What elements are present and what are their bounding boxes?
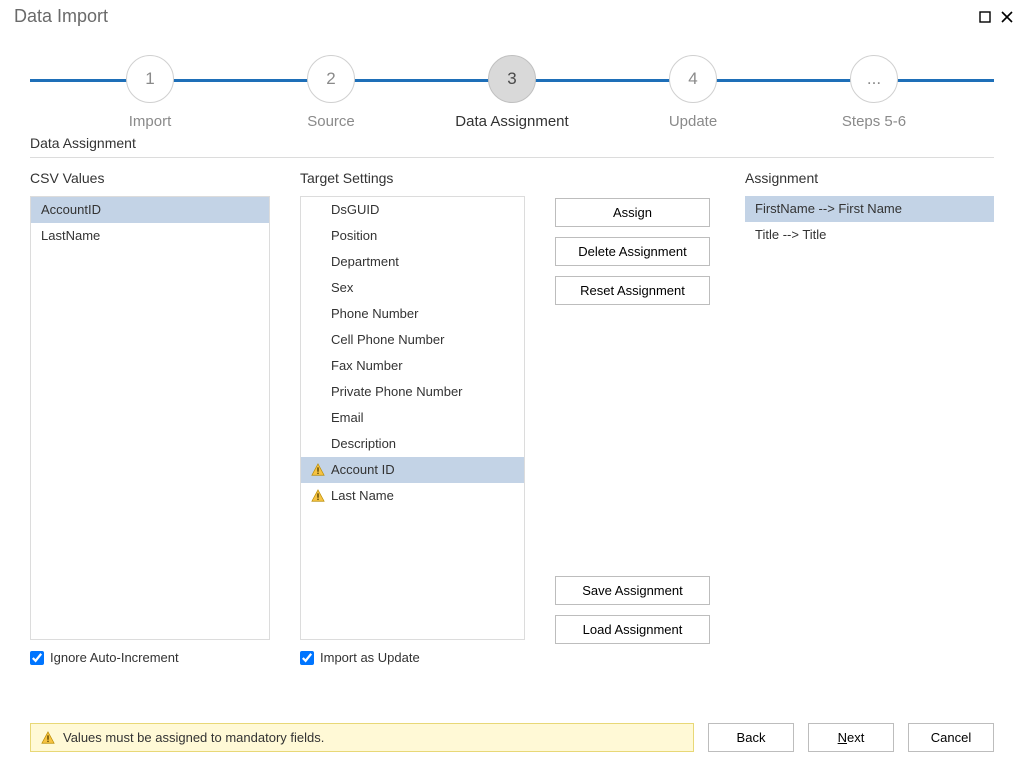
warning-text: Values must be assigned to mandatory fie… bbox=[63, 730, 324, 745]
load-assignment-button[interactable]: Load Assignment bbox=[555, 615, 710, 644]
maximize-icon[interactable] bbox=[978, 10, 992, 24]
list-item[interactable]: AccountID bbox=[31, 197, 269, 223]
assignment-list[interactable]: FirstName --> First NameTitle --> Title bbox=[745, 196, 994, 640]
close-icon[interactable] bbox=[1000, 10, 1014, 24]
delete-assignment-button[interactable]: Delete Assignment bbox=[555, 237, 710, 266]
list-item[interactable]: Email bbox=[301, 405, 524, 431]
csv-values-list[interactable]: AccountIDLastName bbox=[30, 196, 270, 640]
wizard-stepper: 1Import2Source3Data Assignment4Update...… bbox=[30, 55, 994, 125]
step-label: Source bbox=[307, 113, 355, 130]
list-item[interactable]: Last Name bbox=[301, 483, 524, 509]
cancel-button[interactable]: Cancel bbox=[908, 723, 994, 752]
list-item[interactable]: Fax Number bbox=[301, 353, 524, 379]
step-circle[interactable]: 3 bbox=[488, 55, 536, 103]
section-title: Data Assignment bbox=[30, 135, 994, 151]
reset-assignment-button[interactable]: Reset Assignment bbox=[555, 276, 710, 305]
list-item[interactable]: Private Phone Number bbox=[301, 379, 524, 405]
target-header: Target Settings bbox=[300, 170, 525, 186]
step-label: Update bbox=[669, 113, 717, 130]
list-item[interactable]: Phone Number bbox=[301, 301, 524, 327]
window-title: Data Import bbox=[14, 6, 108, 27]
back-button[interactable]: Back bbox=[708, 723, 794, 752]
ignore-autoincrement-checkbox[interactable]: Ignore Auto-Increment bbox=[30, 650, 270, 665]
import-as-update-checkbox[interactable]: Import as Update bbox=[300, 650, 525, 665]
target-settings-list[interactable]: DsGUIDPositionDepartmentSexPhone NumberC… bbox=[300, 196, 525, 640]
list-item[interactable]: Cell Phone Number bbox=[301, 327, 524, 353]
csv-header: CSV Values bbox=[30, 170, 270, 186]
step-circle[interactable]: 2 bbox=[307, 55, 355, 103]
list-item[interactable]: Title --> Title bbox=[745, 222, 994, 248]
step-circle[interactable]: ... bbox=[850, 55, 898, 103]
step-node[interactable]: 1 Import bbox=[90, 55, 210, 130]
step-node[interactable]: 3 Data Assignment bbox=[452, 55, 572, 130]
step-label: Import bbox=[129, 113, 172, 130]
next-button[interactable]: Next bbox=[808, 723, 894, 752]
save-assignment-button[interactable]: Save Assignment bbox=[555, 576, 710, 605]
assignment-header: Assignment bbox=[745, 170, 994, 186]
warning-icon bbox=[311, 489, 325, 503]
step-circle[interactable]: 1 bbox=[126, 55, 174, 103]
warning-icon bbox=[311, 463, 325, 477]
step-label: Steps 5-6 bbox=[842, 113, 906, 130]
step-label: Data Assignment bbox=[455, 113, 568, 130]
warning-banner: Values must be assigned to mandatory fie… bbox=[30, 723, 694, 752]
list-item[interactable]: Sex bbox=[301, 275, 524, 301]
warning-icon bbox=[41, 731, 55, 745]
step-node[interactable]: 2 Source bbox=[271, 55, 391, 130]
list-item[interactable]: Description bbox=[301, 431, 524, 457]
step-node[interactable]: ... Steps 5-6 bbox=[814, 55, 934, 130]
list-item[interactable]: Position bbox=[301, 223, 524, 249]
step-circle[interactable]: 4 bbox=[669, 55, 717, 103]
list-item[interactable]: Account ID bbox=[301, 457, 524, 483]
list-item[interactable]: DsGUID bbox=[301, 197, 524, 223]
assign-button[interactable]: Assign bbox=[555, 198, 710, 227]
step-node[interactable]: 4 Update bbox=[633, 55, 753, 130]
list-item[interactable]: LastName bbox=[31, 223, 269, 249]
list-item[interactable]: FirstName --> First Name bbox=[745, 196, 994, 222]
list-item[interactable]: Department bbox=[301, 249, 524, 275]
